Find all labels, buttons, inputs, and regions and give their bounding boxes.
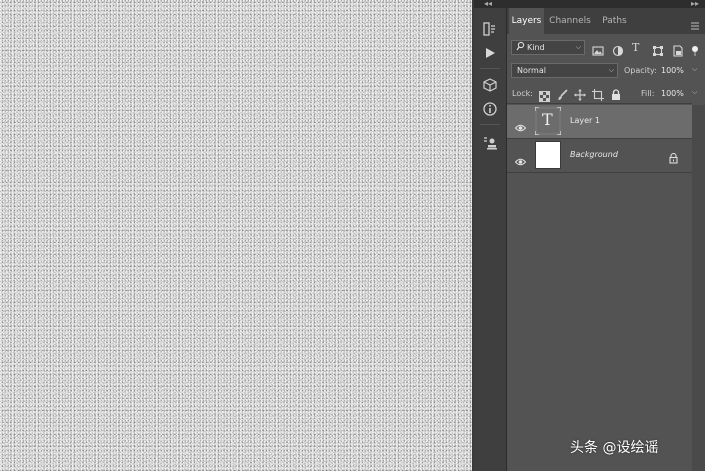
adjustment-layer-filter-icon[interactable] <box>612 42 624 57</box>
chevron-down-icon: ⌵ <box>608 66 614 74</box>
dock-collapse-bar[interactable]: ◂◂ <box>474 0 506 8</box>
blend-mode-value: Normal <box>517 66 546 75</box>
layer-row-background[interactable]: Background <box>507 139 692 172</box>
fill-chevron-icon[interactable]: ⌵ <box>692 88 697 97</box>
panel-divider-line <box>507 103 692 104</box>
filter-kind-select[interactable]: Kind ⌵ <box>511 40 585 55</box>
document-canvas[interactable] <box>0 0 472 471</box>
toolbar-separator <box>480 124 500 125</box>
actions-play-icon[interactable] <box>474 42 506 64</box>
filter-kind-label: Kind <box>527 43 545 52</box>
layer-name[interactable]: Layer 1 <box>570 116 600 125</box>
background-layer-thumbnail <box>535 141 561 169</box>
history-icon[interactable] <box>474 18 506 40</box>
layers-scroll-track[interactable] <box>692 105 705 471</box>
panel-menu-icon[interactable] <box>690 16 700 35</box>
visibility-eye-icon[interactable] <box>514 117 527 136</box>
clone-source-stamp-icon[interactable] <box>474 132 506 154</box>
layer-row-layer-1[interactable]: T Layer 1 <box>507 105 692 138</box>
layer-separator <box>507 172 692 173</box>
type-layer-glyph: T <box>542 110 553 129</box>
layers-panel: ▸▸ Layers Channels Paths Kind ⌵ T Normal… <box>507 0 705 471</box>
layer-lock-icon <box>669 149 678 168</box>
opacity-value[interactable]: 100% <box>661 66 684 75</box>
panel-top-bar[interactable]: ▸▸ <box>507 0 705 8</box>
shape-layer-filter-icon[interactable] <box>652 42 664 56</box>
blend-mode-select[interactable]: Normal ⌵ <box>511 63 618 78</box>
panel-dock-iconbar: ◂◂ <box>474 0 507 471</box>
3d-cube-icon[interactable] <box>474 74 506 96</box>
pixel-layer-filter-icon[interactable] <box>592 42 604 56</box>
smart-object-filter-icon[interactable] <box>672 42 684 57</box>
opacity-chevron-icon[interactable]: ⌵ <box>692 65 697 74</box>
type-layer-filter-icon[interactable]: T <box>632 42 644 54</box>
tab-layers[interactable]: Layers <box>509 8 544 34</box>
tab-paths[interactable]: Paths <box>596 8 633 34</box>
collapse-arrows-icon[interactable]: ◂◂ <box>484 0 492 9</box>
lock-label: Lock: <box>512 89 533 98</box>
type-layer-thumbnail: T <box>534 106 562 136</box>
tab-channels[interactable]: Channels <box>547 8 593 34</box>
search-icon <box>516 41 525 56</box>
visibility-eye-icon[interactable] <box>514 151 527 170</box>
layer-name[interactable]: Background <box>570 150 618 159</box>
panel-tab-bar: Layers Channels Paths <box>507 8 705 34</box>
filter-toggle-icon[interactable] <box>691 42 703 56</box>
opacity-label: Opacity: <box>624 66 657 75</box>
fill-value[interactable]: 100% <box>661 89 684 98</box>
info-icon[interactable] <box>474 98 506 120</box>
watermark-text: 头条 @设绘谣 <box>570 440 659 456</box>
toolbar-separator <box>480 68 500 69</box>
chevron-down-icon: ⌵ <box>575 43 581 51</box>
fill-label: Fill: <box>641 89 655 98</box>
